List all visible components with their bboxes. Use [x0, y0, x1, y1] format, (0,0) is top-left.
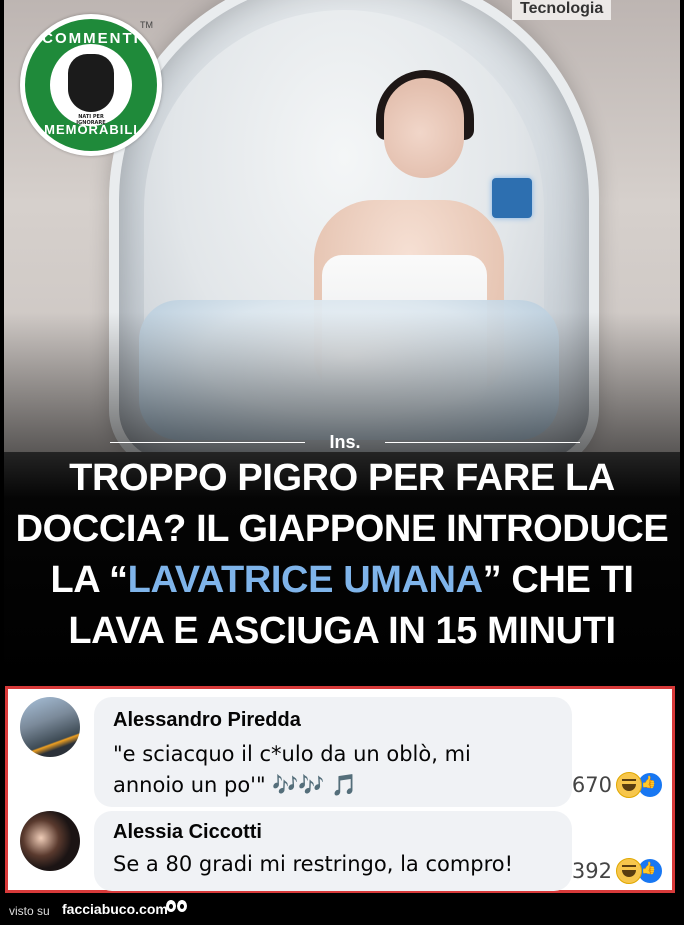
eyes-icon: [166, 900, 188, 914]
haha-reaction-icon: [616, 858, 642, 884]
person-head: [384, 78, 464, 178]
commenti-memorabili-logo: COMMENTI NATI PER IGNORARE MEMORABILI: [20, 14, 162, 156]
logo-bottom-text: MEMORABILI: [44, 122, 138, 137]
comment-text: Se a 80 gradi mi restringo, la compro!: [113, 852, 514, 876]
trademark-mark: TM: [140, 20, 153, 30]
haha-reaction-icon: [616, 772, 642, 798]
comment-reactions[interactable]: 392: [572, 857, 664, 885]
visto-label: visto su: [9, 904, 50, 918]
comment-text: "e sciacquo il c*ulo da un oblò, mi anno…: [113, 742, 471, 797]
logo-top-text: COMMENTI: [42, 30, 140, 47]
footer-bar: visto su facciabuco.com: [0, 897, 684, 925]
post-image: Tecnologia COMMENTI NATI PER IGNORARE ME…: [0, 0, 684, 925]
photo-shade: [4, 312, 680, 452]
comment-reactions[interactable]: 670: [572, 771, 664, 799]
site-link[interactable]: facciabuco.com: [62, 901, 168, 917]
source-divider: Ins.: [110, 432, 580, 454]
comment-bubble: Alessia Ciccotti Se a 80 gradi mi restri…: [94, 811, 572, 891]
headline-highlight: LAVATRICE UMANA: [127, 559, 483, 601]
reaction-count: 670: [571, 773, 612, 797]
headline: TROPPO PIGRO PER FARE LA DOCCIA? IL GIAP…: [4, 453, 680, 657]
avatar[interactable]: [20, 811, 80, 871]
bearded-face-icon: [68, 54, 114, 112]
comments-section: Alessandro Piredda "e sciacquo il c*ulo …: [5, 686, 675, 893]
divider-right: [385, 442, 580, 443]
category-tag: Tecnologia: [512, 0, 612, 20]
reaction-count: 392: [571, 859, 612, 883]
comment-bubble: Alessandro Piredda "e sciacquo il c*ulo …: [94, 697, 572, 807]
comment-author[interactable]: Alessandro Piredda: [113, 709, 301, 732]
comment-author[interactable]: Alessia Ciccotti: [113, 821, 262, 844]
control-panel: [492, 178, 532, 218]
avatar[interactable]: [20, 697, 80, 757]
